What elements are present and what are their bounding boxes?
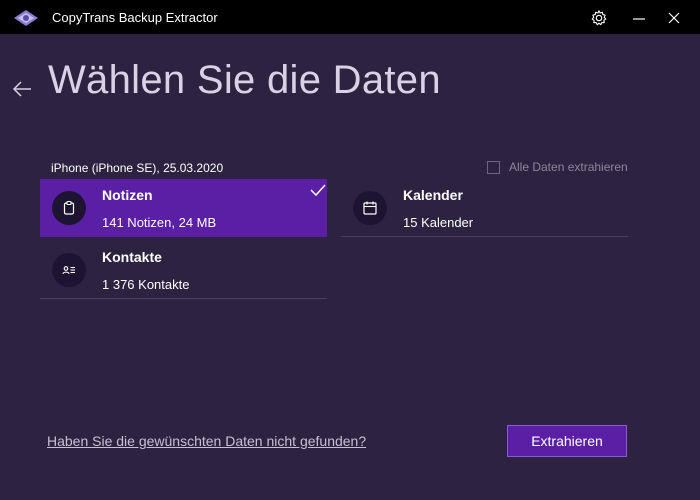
category-title: Kalender [403,187,463,203]
category-title: Kontakte [102,249,162,265]
checkmark-icon [310,184,326,197]
minimize-icon[interactable] [630,9,648,27]
category-contacts[interactable]: Kontakte 1 376 Kontakte [40,241,327,299]
close-icon[interactable] [665,9,683,27]
category-title: Notizen [102,187,153,203]
app-logo-icon [14,10,38,26]
clipboard-icon [52,191,86,225]
contact-card-icon [52,253,86,287]
gear-icon[interactable] [590,9,608,27]
category-notes[interactable]: Notizen 141 Notizen, 24 MB [40,179,327,237]
category-subtitle: 1 376 Kontakte [102,277,190,292]
device-label: iPhone (iPhone SE), 25.03.2020 [51,161,224,175]
arrow-left-icon[interactable] [12,80,32,98]
help-link[interactable]: Haben Sie die gewünschten Daten nicht ge… [47,433,366,449]
checkbox-box[interactable] [487,160,500,174]
calendar-icon [353,191,387,225]
extract-all-checkbox[interactable]: Alle Daten extrahieren [487,160,628,174]
category-subtitle: 141 Notizen, 24 MB [102,215,217,230]
page-title: Wählen Sie die Daten [48,58,441,102]
category-calendar[interactable]: Kalender 15 Kalender [341,179,628,237]
extract-all-label: Alle Daten extrahieren [509,160,628,174]
extract-button[interactable]: Extrahieren [507,425,627,457]
title-bar: CopyTrans Backup Extractor [0,0,700,34]
category-subtitle: 15 Kalender [403,215,474,230]
app-title: CopyTrans Backup Extractor [52,10,218,25]
